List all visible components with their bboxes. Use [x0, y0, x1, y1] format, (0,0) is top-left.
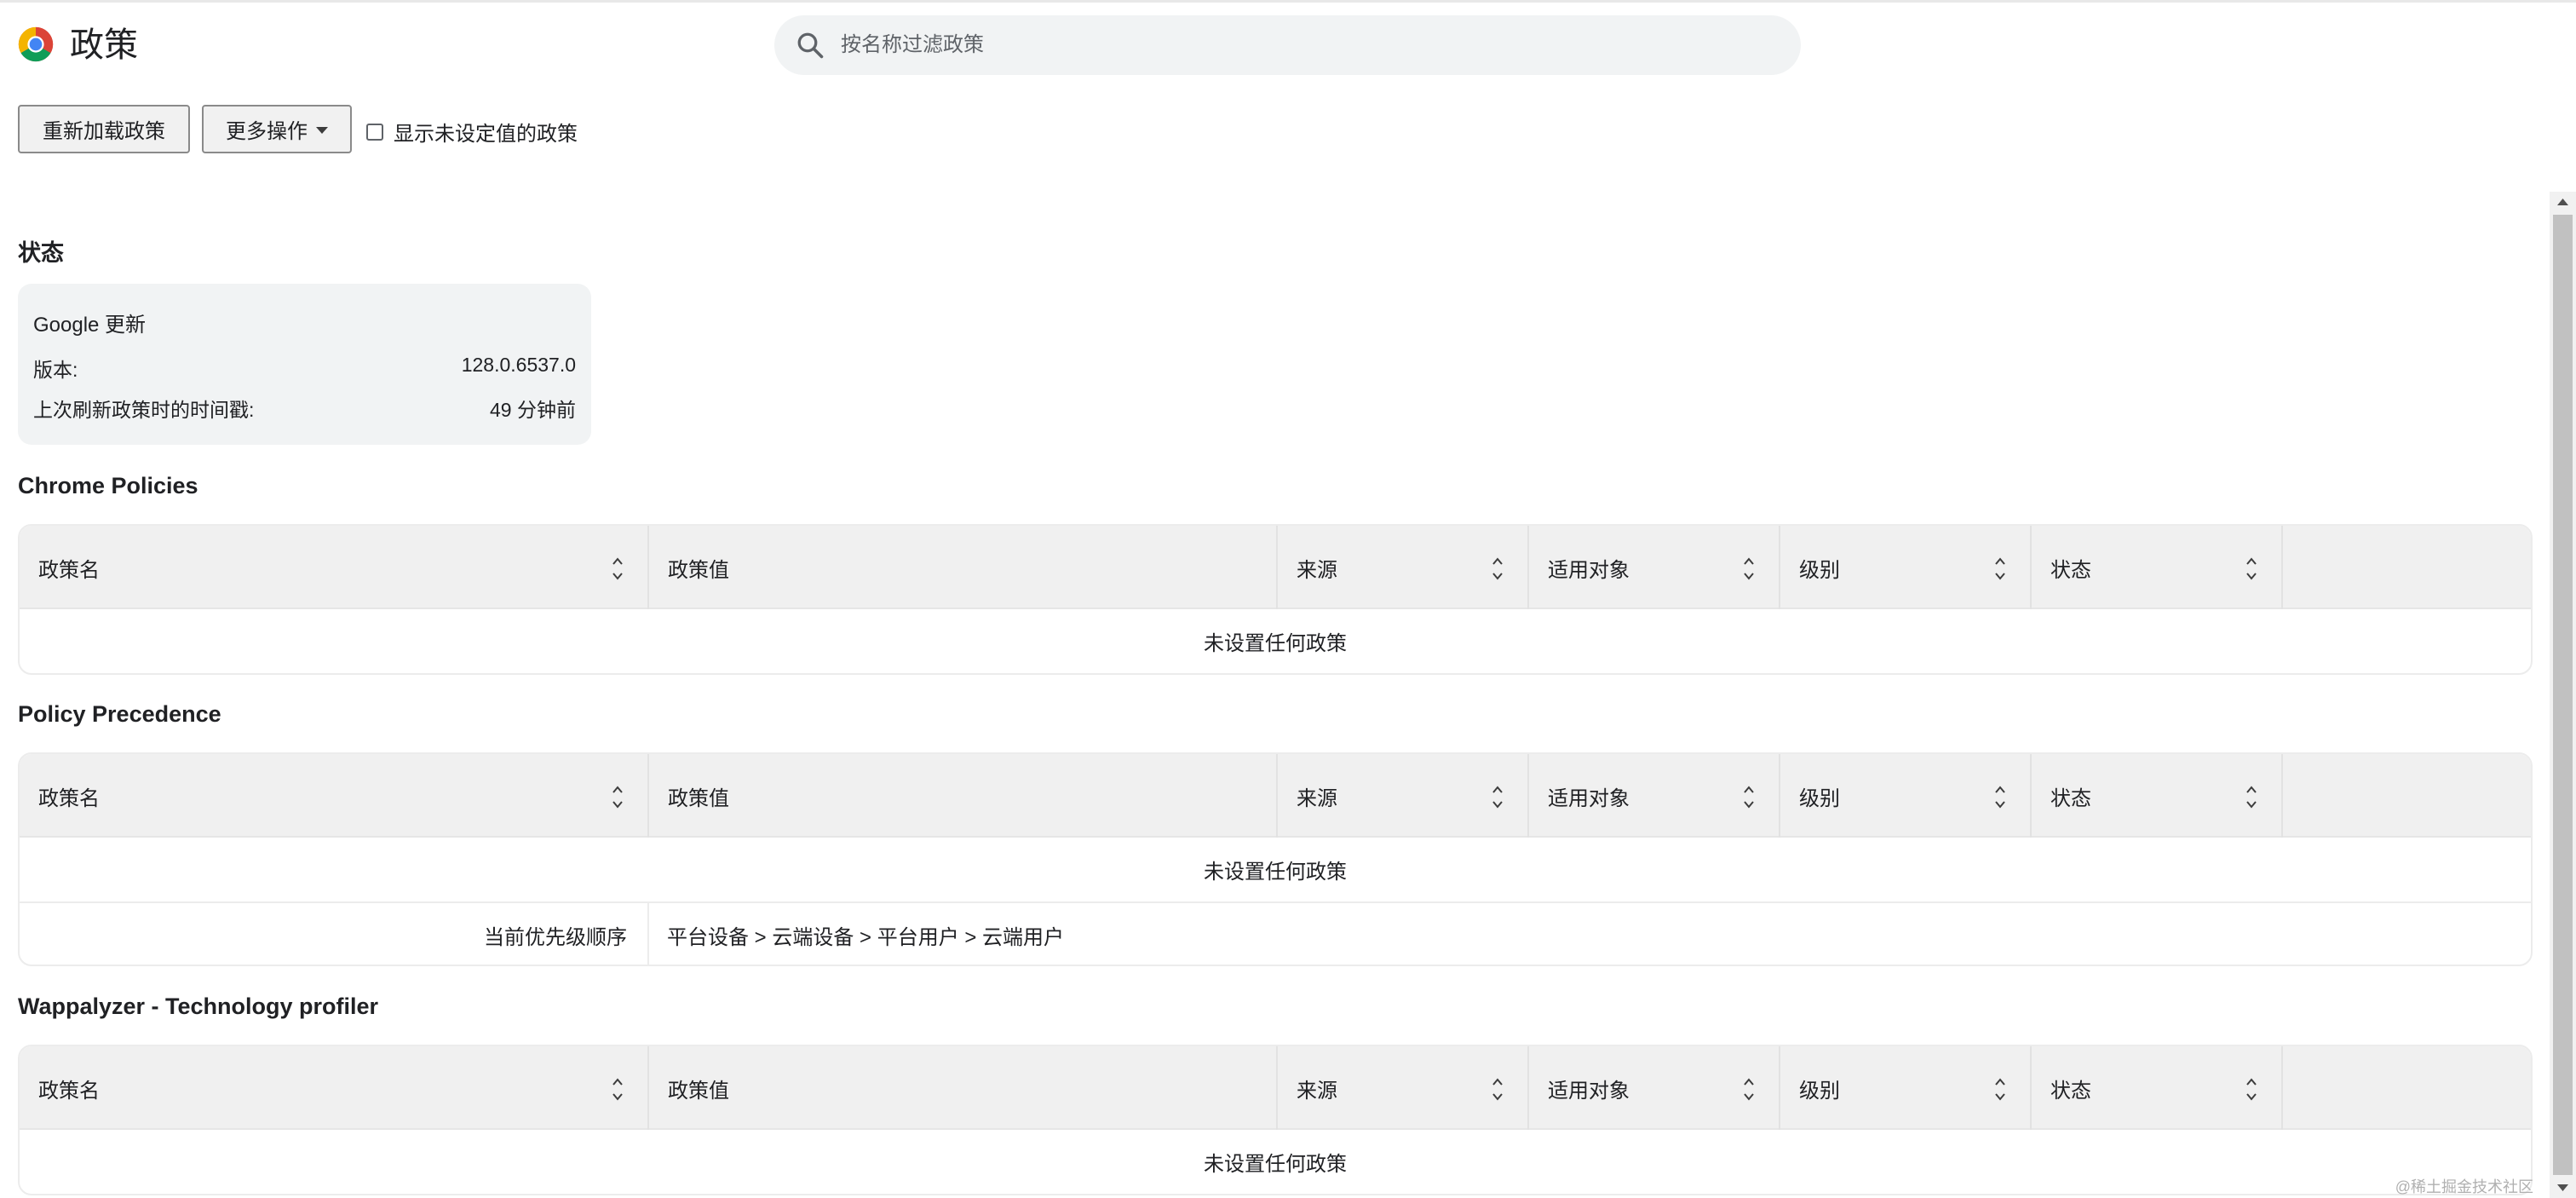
- more-actions-button[interactable]: 更多操作: [202, 105, 352, 153]
- empty-row: 未设置任何政策: [1204, 1153, 1347, 1176]
- reload-policies-label: 重新加载政策: [43, 120, 165, 143]
- column-divider: [2281, 526, 2283, 609]
- chrome-policies-table: 政策名 政策值 来源 适用对象 级别 状态 未设置任何政策: [18, 524, 2533, 675]
- col-policy-value-label: 政策值: [668, 558, 729, 582]
- col-applies-to-label: 适用对象: [1548, 1079, 1630, 1103]
- version-label: 版本:: [33, 359, 78, 381]
- col-status-label: 状态: [2050, 1079, 2091, 1103]
- col-applies-to[interactable]: 适用对象: [1529, 754, 1779, 838]
- col-applies-to-label: 适用对象: [1548, 786, 1630, 810]
- table-header: 政策名 政策值 来源 适用对象 级别 状态: [20, 1046, 2531, 1130]
- scroll-up-arrow-icon[interactable]: [2550, 192, 2576, 212]
- reload-policies-button[interactable]: 重新加载政策: [18, 105, 190, 153]
- col-policy-name[interactable]: 政策名: [20, 526, 647, 609]
- status-card-title: Google 更新: [33, 314, 147, 337]
- col-applies-to[interactable]: 适用对象: [1529, 1046, 1779, 1130]
- col-source[interactable]: 来源: [1278, 1046, 1527, 1130]
- precedence-order-value: 平台设备 > 云端设备 > 平台用户 > 云端用户: [667, 925, 1065, 949]
- refresh-value: 49 分钟前: [490, 399, 576, 421]
- page-scrollbar[interactable]: [2550, 192, 2576, 1198]
- sort-updown-icon[interactable]: [2243, 775, 2260, 816]
- show-unset-label: 显示未设定值的政策: [394, 123, 578, 146]
- empty-row: 未设置任何政策: [1204, 632, 1347, 655]
- sort-updown-icon[interactable]: [1489, 1068, 1506, 1109]
- col-level[interactable]: 级别: [1780, 754, 2030, 838]
- precedence-order-label: 当前优先级顺序: [484, 925, 627, 949]
- col-policy-value: 政策值: [649, 526, 1276, 609]
- search-input[interactable]: [841, 15, 1778, 75]
- sort-updown-icon[interactable]: [1992, 547, 2009, 588]
- col-level[interactable]: 级别: [1780, 1046, 2030, 1130]
- column-divider: [2281, 1046, 2283, 1130]
- col-policy-value-label: 政策值: [668, 1079, 729, 1103]
- table-header: 政策名 政策值 来源 适用对象 级别 状态: [20, 526, 2531, 609]
- col-source-label: 来源: [1297, 1079, 1337, 1103]
- sort-updown-icon[interactable]: [609, 1068, 626, 1109]
- sort-updown-icon[interactable]: [1740, 1068, 1757, 1109]
- search-box[interactable]: [774, 15, 1801, 75]
- col-source[interactable]: 来源: [1278, 754, 1527, 838]
- sort-updown-icon[interactable]: [1740, 775, 1757, 816]
- col-status-label: 状态: [2050, 558, 2091, 582]
- watermark: @稀土掘金技术社区: [2395, 1178, 2533, 1195]
- policy-precedence-heading: Policy Precedence: [18, 701, 221, 727]
- sort-updown-icon[interactable]: [1992, 1068, 2009, 1109]
- scroll-down-arrow-icon[interactable]: [2550, 1178, 2576, 1198]
- col-source-label: 来源: [1297, 786, 1337, 810]
- sort-updown-icon[interactable]: [1489, 547, 1506, 588]
- show-unset-checkbox[interactable]: [366, 123, 383, 141]
- col-source[interactable]: 来源: [1278, 526, 1527, 609]
- col-source-label: 来源: [1297, 558, 1337, 582]
- column-divider: [2281, 754, 2283, 838]
- col-policy-name[interactable]: 政策名: [20, 1046, 647, 1130]
- col-policy-name-label: 政策名: [38, 1079, 100, 1103]
- col-policy-value-label: 政策值: [668, 786, 729, 810]
- chrome-logo-icon: [18, 26, 54, 62]
- col-status[interactable]: 状态: [2032, 754, 2281, 838]
- search-icon: [797, 32, 824, 59]
- table-header: 政策名 政策值 来源 适用对象 级别 状态: [20, 754, 2531, 838]
- policy-precedence-table: 政策名 政策值 来源 适用对象 级别 状态 未设置任何政策 当前优先级顺序 平台…: [18, 752, 2533, 966]
- col-level-label: 级别: [1799, 1079, 1840, 1103]
- wappalyzer-table: 政策名 政策值 来源 适用对象 级别 状态 未设置任何政策: [18, 1045, 2533, 1195]
- sort-updown-icon[interactable]: [609, 775, 626, 816]
- sort-updown-icon[interactable]: [1740, 547, 1757, 588]
- col-applies-to-label: 适用对象: [1548, 558, 1630, 582]
- col-policy-value: 政策值: [649, 754, 1276, 838]
- col-policy-value: 政策值: [649, 1046, 1276, 1130]
- chrome-policies-heading: Chrome Policies: [18, 473, 198, 498]
- col-level-label: 级别: [1799, 558, 1840, 582]
- status-card: Google 更新 版本: 128.0.6537.0 上次刷新政策时的时间戳: …: [18, 284, 591, 445]
- status-heading: 状态: [18, 240, 64, 266]
- col-status[interactable]: 状态: [2032, 1046, 2281, 1130]
- page-header: 政策: [0, 0, 2576, 94]
- sort-updown-icon[interactable]: [2243, 547, 2260, 588]
- col-applies-to[interactable]: 适用对象: [1529, 526, 1779, 609]
- refresh-label: 上次刷新政策时的时间戳:: [33, 399, 255, 421]
- col-policy-name[interactable]: 政策名: [20, 754, 647, 838]
- column-divider: [647, 903, 649, 965]
- sort-updown-icon[interactable]: [1992, 775, 2009, 816]
- caret-down-icon: [316, 126, 328, 134]
- show-unset-toggle[interactable]: 显示未设定值的政策: [366, 117, 578, 147]
- sort-updown-icon[interactable]: [1489, 775, 1506, 816]
- col-level[interactable]: 级别: [1780, 526, 2030, 609]
- col-policy-name-label: 政策名: [38, 558, 100, 582]
- more-actions-label: 更多操作: [226, 120, 308, 143]
- col-level-label: 级别: [1799, 786, 1840, 810]
- page-title: 政策: [70, 26, 138, 64]
- col-status[interactable]: 状态: [2032, 526, 2281, 609]
- sort-updown-icon[interactable]: [2243, 1068, 2260, 1109]
- col-status-label: 状态: [2050, 786, 2091, 810]
- wappalyzer-heading: Wappalyzer - Technology profiler: [18, 994, 379, 1019]
- empty-row: 未设置任何政策: [1204, 861, 1347, 884]
- sort-updown-icon[interactable]: [609, 547, 626, 588]
- scrollbar-thumb[interactable]: [2553, 215, 2573, 1175]
- precedence-row: 当前优先级顺序 平台设备 > 云端设备 > 平台用户 > 云端用户: [20, 901, 2531, 965]
- col-policy-name-label: 政策名: [38, 786, 100, 810]
- version-value: 128.0.6537.0: [461, 354, 576, 376]
